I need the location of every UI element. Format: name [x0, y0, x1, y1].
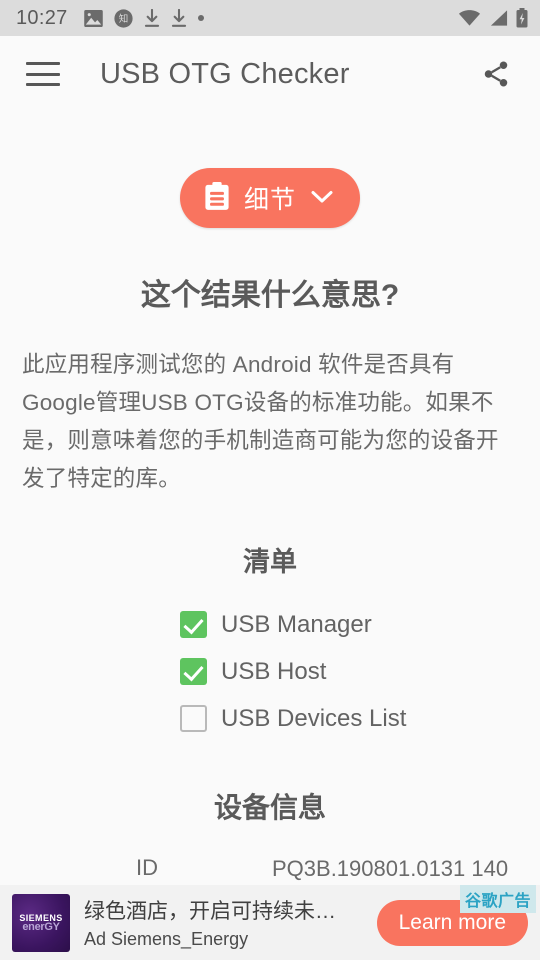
ad-attribution-badge[interactable]: 谷歌广告 — [459, 885, 536, 913]
status-right-icons — [458, 8, 528, 28]
checklist-title: 清单 — [243, 547, 297, 577]
app-bar: USB OTG Checker — [0, 36, 540, 112]
chevron-down-icon — [310, 189, 334, 208]
hamburger-menu-icon[interactable] — [26, 62, 60, 86]
wifi-icon — [458, 9, 481, 27]
dot-icon — [197, 15, 204, 21]
zhihu-icon: 知 — [113, 8, 133, 28]
main-content: 细节 这个结果什么意思? 此应用程序测试您的 Android 软件是否具有Goo… — [0, 168, 540, 914]
advertiser-logo-line2: enerGY — [22, 920, 60, 933]
svg-text:知: 知 — [118, 13, 128, 25]
result-description: 此应用程序测试您的 Android 软件是否具有Google管理USB OTG设… — [22, 352, 499, 491]
status-left-icons: 知 — [83, 8, 204, 28]
ad-text-block: 绿色酒店，开启可持续未… Ad Siemens_Energy — [84, 895, 377, 950]
checkbox-unchecked-icon[interactable] — [180, 705, 207, 732]
status-bar: 10:27 知 — [0, 0, 540, 36]
share-icon[interactable] — [476, 54, 516, 94]
list-item-label: USB Host — [221, 657, 327, 685]
details-button[interactable]: 细节 — [179, 168, 360, 228]
table-cell-key: ID — [136, 855, 158, 880]
download-icon — [144, 8, 160, 28]
download-icon — [171, 8, 187, 28]
status-clock: 10:27 — [16, 6, 68, 29]
app-screen: 10:27 知 USB OTG Checker 细节 这个结果什么意思? 此应用… — [0, 0, 540, 960]
checkbox-checked-icon[interactable] — [180, 658, 207, 685]
details-button-row: 细节 — [22, 168, 518, 228]
result-heading: 这个结果什么意思? — [140, 279, 400, 312]
battery-charging-icon — [516, 8, 528, 28]
advertiser-logo: SIEMENS enerGY — [12, 893, 70, 952]
details-button-label: 细节 — [243, 186, 296, 214]
ad-advertiser: Ad Siemens_Energy — [84, 929, 249, 949]
list-item-label: USB Devices List — [221, 704, 407, 732]
checklist: USB Manager USB Host USB Devices List — [22, 601, 518, 742]
signal-icon — [489, 9, 508, 27]
image-icon — [83, 9, 103, 27]
checkbox-checked-icon[interactable] — [180, 611, 207, 638]
device-info-title: 设备信息 — [213, 792, 326, 823]
list-item[interactable]: USB Devices List — [180, 695, 518, 742]
page-title: USB OTG Checker — [100, 57, 350, 90]
list-item-label: USB Manager — [221, 610, 372, 638]
list-item[interactable]: USB Host — [180, 648, 518, 695]
clipboard-icon — [204, 182, 230, 214]
list-item[interactable]: USB Manager — [180, 601, 518, 648]
ad-banner[interactable]: SIEMENS enerGY 绿色酒店，开启可持续未… Ad Siemens_E… — [0, 885, 540, 960]
ad-headline: 绿色酒店，开启可持续未… — [84, 900, 336, 923]
